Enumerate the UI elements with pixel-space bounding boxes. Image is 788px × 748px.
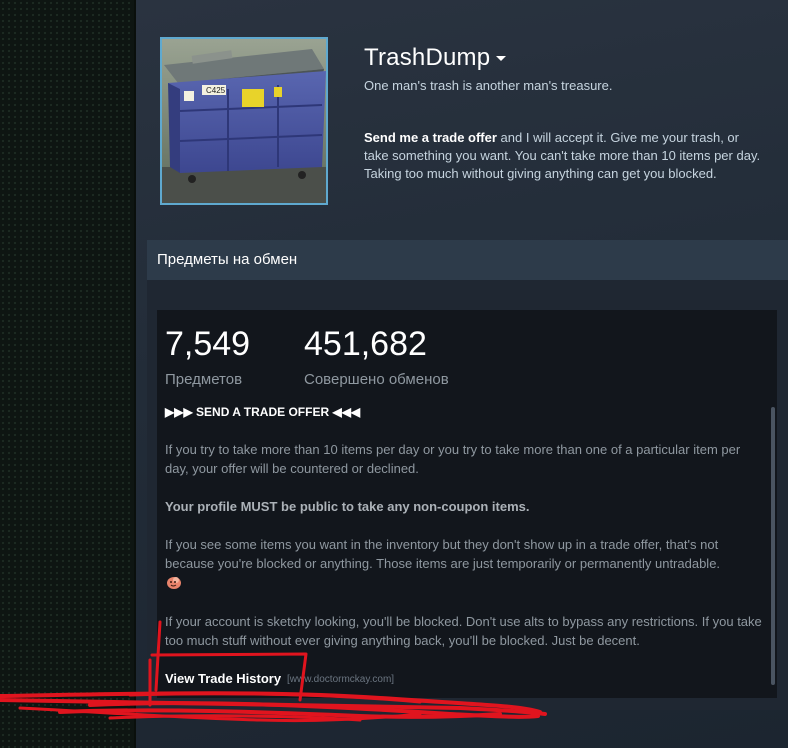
profile-avatar[interactable]: C425 [160,37,328,205]
scrollbar[interactable] [771,407,775,685]
emoticon-icon [167,577,181,589]
persona-name-text: TrashDump [364,44,491,71]
trades-label: Совершено обменов [304,371,449,388]
rules-paragraph-2-bold: Your profile MUST be public to take any … [165,499,530,514]
items-label: Предметов [165,371,243,388]
showcase-title: Предметы на обмен [147,240,788,280]
view-history-url: [www.doctormckay.com] [287,674,395,685]
profile-motto: One man's trash is another man's treasur… [364,78,613,93]
profile-summary: Send me a trade offer and I will accept … [364,129,764,183]
items-count: 7,549 [165,325,251,363]
dumpster-image: C425 [162,39,326,203]
svg-text:C425: C425 [206,86,226,95]
summary-bold: Send me a trade offer [364,130,497,145]
persona-name[interactable]: TrashDump [364,44,507,72]
send-trade-offer-link[interactable]: ▶▶▶ SEND A TRADE OFFER ◀◀◀ [165,403,765,422]
chevron-down-icon[interactable] [496,56,507,62]
left-background [0,0,136,748]
rules-paragraph-4: If your account is sketchy looking, you'… [165,614,762,648]
rules-paragraph-2: Your profile MUST be public to take any … [165,497,765,516]
trades-count: 451,682 [304,325,427,363]
rules-paragraph-3: If you see some items you want in the in… [165,537,721,571]
view-trade-history-link[interactable]: View Trade History [165,671,281,686]
rules-paragraph-1: If you try to take more than 10 items pe… [165,442,741,476]
